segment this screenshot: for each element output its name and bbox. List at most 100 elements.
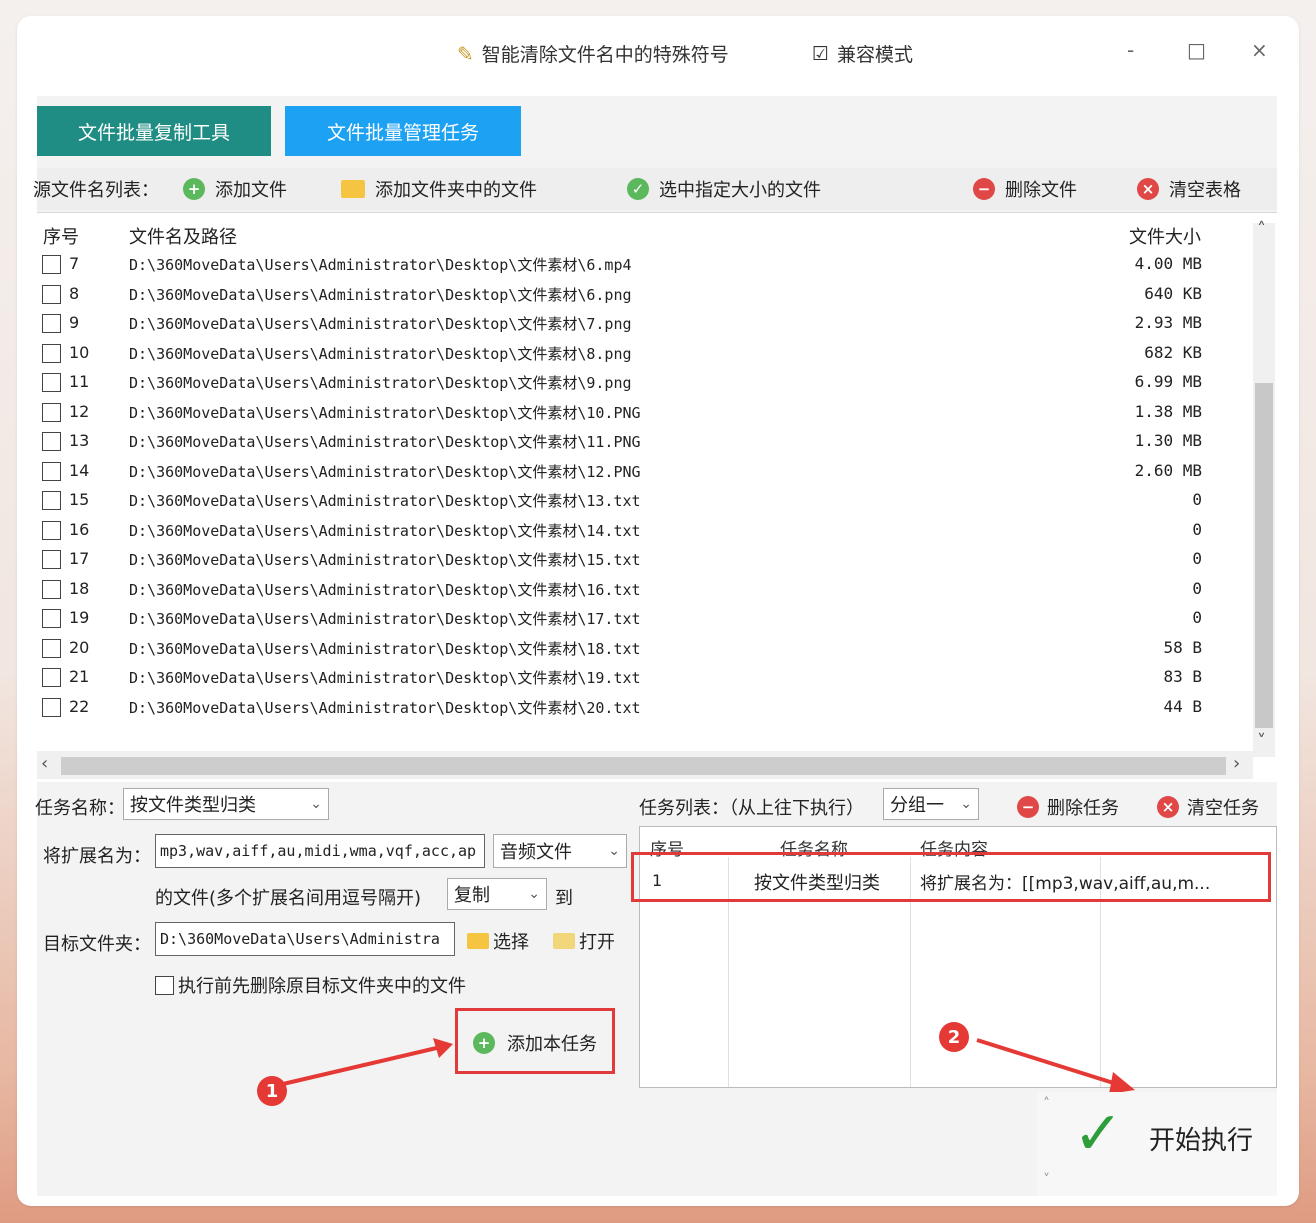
row-index: 19: [69, 608, 90, 627]
table-row[interactable]: 12 D:\360MoveData\Users\Administrator\Des…: [37, 399, 1252, 429]
row-path: D:\360MoveData\Users\Administrator\Deskt…: [129, 580, 641, 599]
row-checkbox[interactable]: [42, 373, 61, 392]
open-folder-button[interactable]: 打开: [553, 928, 615, 954]
close-button[interactable]: ×: [1251, 38, 1268, 62]
row-checkbox[interactable]: [42, 638, 61, 658]
table-row[interactable]: 7 D:\360MoveData\Users\Administrator\Desk…: [37, 251, 1252, 281]
task-name-label: 任务名称：: [35, 798, 125, 819]
select-by-size-button[interactable]: ✓ 选中指定大小的文件: [627, 176, 821, 202]
row-checkbox[interactable]: [42, 550, 61, 569]
row-checkbox[interactable]: [42, 314, 61, 333]
clear-tasks-button[interactable]: × 清空任务: [1157, 794, 1259, 820]
row-index: 7: [69, 254, 80, 273]
special-chars-toggle[interactable]: ✎ 智能清除文件名中的特殊符号: [457, 40, 729, 67]
horizontal-scrollbar[interactable]: ‹ ›: [37, 751, 1253, 779]
row-index: 10: [69, 342, 90, 362]
add-file-button[interactable]: + 添加文件: [183, 176, 287, 202]
row-checkbox[interactable]: [42, 432, 61, 451]
step-badge-2: 2: [939, 1022, 969, 1052]
row-path: D:\360MoveData\Users\Administrator\Deskt…: [129, 403, 641, 422]
delete-task-button[interactable]: − 删除任务: [1017, 794, 1119, 820]
table-row[interactable]: 18 D:\360MoveData\Users\Administrator\Des…: [37, 576, 1252, 606]
clear-table-button[interactable]: × 清空表格: [1137, 176, 1241, 202]
row-checkbox[interactable]: [42, 579, 61, 599]
task-row-highlight: [631, 852, 1271, 902]
file-list-table: 序号 文件名及路径 文件大小 7 D:\360MoveData\Users\Adm…: [37, 212, 1277, 782]
table-row[interactable]: 20 D:\360MoveData\Users\Administrator\Des…: [37, 635, 1252, 665]
row-checkbox[interactable]: [42, 343, 61, 363]
minimize-button[interactable]: -: [1127, 38, 1134, 62]
col-header-index[interactable]: 序号: [43, 223, 79, 249]
table-row[interactable]: 14 D:\360MoveData\Users\Administrator\Des…: [37, 458, 1252, 488]
wand-icon: ✎: [457, 41, 474, 66]
scroll-right-icon[interactable]: ›: [1233, 753, 1240, 774]
compat-mode-label: 兼容模式: [837, 44, 914, 66]
horizontal-scroll-thumb[interactable]: [61, 757, 1226, 775]
row-size: 0: [1192, 519, 1202, 539]
col-header-size[interactable]: 文件大小: [1129, 223, 1201, 249]
row-path: D:\360MoveData\Users\Administrator\Deskt…: [129, 344, 632, 363]
target-folder-input[interactable]: D:\360MoveData\Users\Administra: [155, 922, 455, 956]
col-header-path[interactable]: 文件名及路径: [129, 223, 237, 249]
row-size: 44 B: [1163, 696, 1202, 716]
row-checkbox[interactable]: [42, 697, 61, 717]
row-index: 18: [69, 578, 90, 598]
task-name-select[interactable]: 按文件类型归类 ⌄: [123, 788, 329, 820]
delete-file-button[interactable]: − 删除文件: [973, 176, 1077, 202]
tab-file-copy-tool[interactable]: 文件批量复制工具: [37, 106, 271, 156]
chevron-down-icon: ⌄: [528, 886, 540, 902]
add-folder-files-button[interactable]: 添加文件夹中的文件: [341, 176, 537, 202]
table-row[interactable]: 9 D:\360MoveData\Users\Administrator\Desk…: [37, 310, 1252, 340]
row-checkbox[interactable]: [42, 520, 61, 540]
scroll-down-icon[interactable]: ˅: [1257, 731, 1266, 752]
row-checkbox[interactable]: [42, 402, 61, 422]
tab-file-manage-tasks[interactable]: 文件批量管理任务: [285, 106, 521, 156]
close-circle-icon: ×: [1157, 796, 1179, 818]
start-run-label: 开始执行: [1149, 1126, 1254, 1156]
table-row[interactable]: 21 D:\360MoveData\Users\Administrator\Des…: [37, 664, 1252, 694]
table-row[interactable]: 19 D:\360MoveData\Users\Administrator\Des…: [37, 605, 1252, 635]
row-index: 21: [69, 667, 90, 686]
row-checkbox[interactable]: [42, 284, 61, 304]
extension-input[interactable]: mp3,wav,aiff,au,midi,wma,vqf,acc,ap: [155, 834, 485, 868]
table-row[interactable]: 22 D:\360MoveData\Users\Administrator\Des…: [37, 694, 1252, 724]
row-size: 2.93 MB: [1134, 313, 1202, 332]
scroll-up-icon[interactable]: ˄: [1257, 219, 1266, 240]
table-row[interactable]: 11 D:\360MoveData\Users\Administrator\Des…: [37, 369, 1252, 399]
maximize-button[interactable]: □: [1187, 38, 1206, 62]
row-path: D:\360MoveData\Users\Administrator\Deskt…: [129, 433, 641, 451]
row-path: D:\360MoveData\Users\Administrator\Deskt…: [129, 521, 641, 540]
table-row[interactable]: 8 D:\360MoveData\Users\Administrator\Desk…: [37, 281, 1252, 311]
group-select[interactable]: 分组一 ⌄: [883, 788, 979, 820]
start-run-button[interactable]: ˄ ˅ ✓ 开始执行: [1037, 1092, 1277, 1196]
choose-folder-button[interactable]: 选择: [467, 928, 529, 954]
table-row[interactable]: 17 D:\360MoveData\Users\Administrator\Des…: [37, 546, 1252, 576]
add-icon: +: [473, 1032, 495, 1054]
vertical-scrollbar[interactable]: ˄ ˅: [1253, 219, 1275, 757]
compat-mode-checkbox[interactable]: ☑ 兼容模式: [812, 40, 913, 67]
row-size: 0: [1192, 549, 1202, 568]
extension-hint-label: 的文件(多个扩展名间用逗号隔开): [155, 888, 422, 909]
table-row[interactable]: 15 D:\360MoveData\Users\Administrator\Des…: [37, 487, 1252, 517]
minus-circle-icon: −: [973, 178, 995, 200]
scroll-left-icon[interactable]: ‹: [41, 753, 48, 774]
action-select[interactable]: 复制 ⌄: [447, 878, 547, 910]
vertical-scroll-thumb[interactable]: [1255, 383, 1273, 728]
green-check-icon: ✓: [1073, 1099, 1124, 1169]
row-checkbox[interactable]: [42, 491, 61, 510]
table-row[interactable]: 13 D:\360MoveData\Users\Administrator\Des…: [37, 428, 1252, 458]
add-task-button[interactable]: + 添加本任务: [473, 1030, 597, 1056]
table-row[interactable]: 16 D:\360MoveData\Users\Administrator\Des…: [37, 517, 1252, 547]
chevron-down-icon: ⌄: [608, 843, 620, 859]
row-checkbox[interactable]: [42, 609, 61, 628]
checkbox-unchecked-icon: [155, 975, 174, 995]
delete-before-run-checkbox[interactable]: 执行前先删除原目标文件夹中的文件: [155, 972, 466, 998]
table-row[interactable]: 10 D:\360MoveData\Users\Administrator\Des…: [37, 340, 1252, 370]
row-size: 0: [1192, 490, 1202, 509]
row-checkbox[interactable]: [42, 668, 61, 687]
row-index: 8: [69, 283, 80, 303]
file-category-select[interactable]: 音频文件 ⌄: [493, 834, 627, 868]
row-path: D:\360MoveData\Users\Administrator\Deskt…: [129, 551, 641, 569]
row-checkbox[interactable]: [42, 461, 61, 481]
row-checkbox[interactable]: [42, 255, 61, 274]
